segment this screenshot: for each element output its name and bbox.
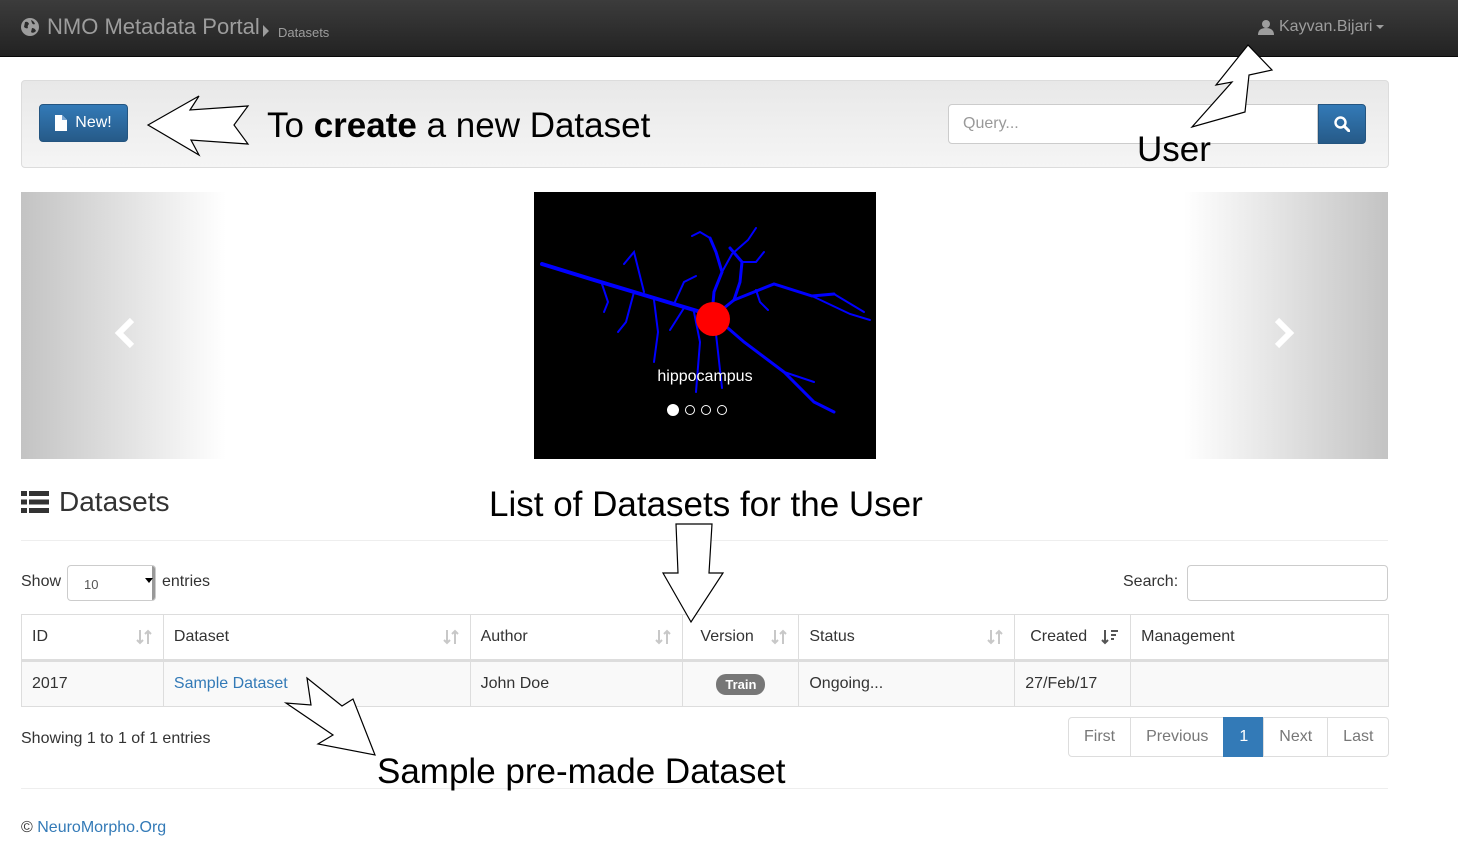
annotation-create: To create a new Dataset (267, 106, 650, 146)
annotation-create-suffix: a new Dataset (416, 106, 651, 145)
annotation-create-bold: create (313, 106, 417, 145)
annotation-list: List of Datasets for the User (489, 485, 923, 524)
arrow-new-annotation (146, 95, 250, 157)
arrow-list-annotation (661, 523, 725, 624)
annotation-arrows (146, 44, 1274, 756)
arrow-user-annotation (1190, 44, 1274, 129)
annotation-sample: Sample pre-made Dataset (377, 752, 786, 791)
annotation-user: User (1137, 130, 1211, 169)
arrow-sample-annotation (283, 676, 376, 756)
annotation-create-prefix: To (267, 106, 314, 145)
